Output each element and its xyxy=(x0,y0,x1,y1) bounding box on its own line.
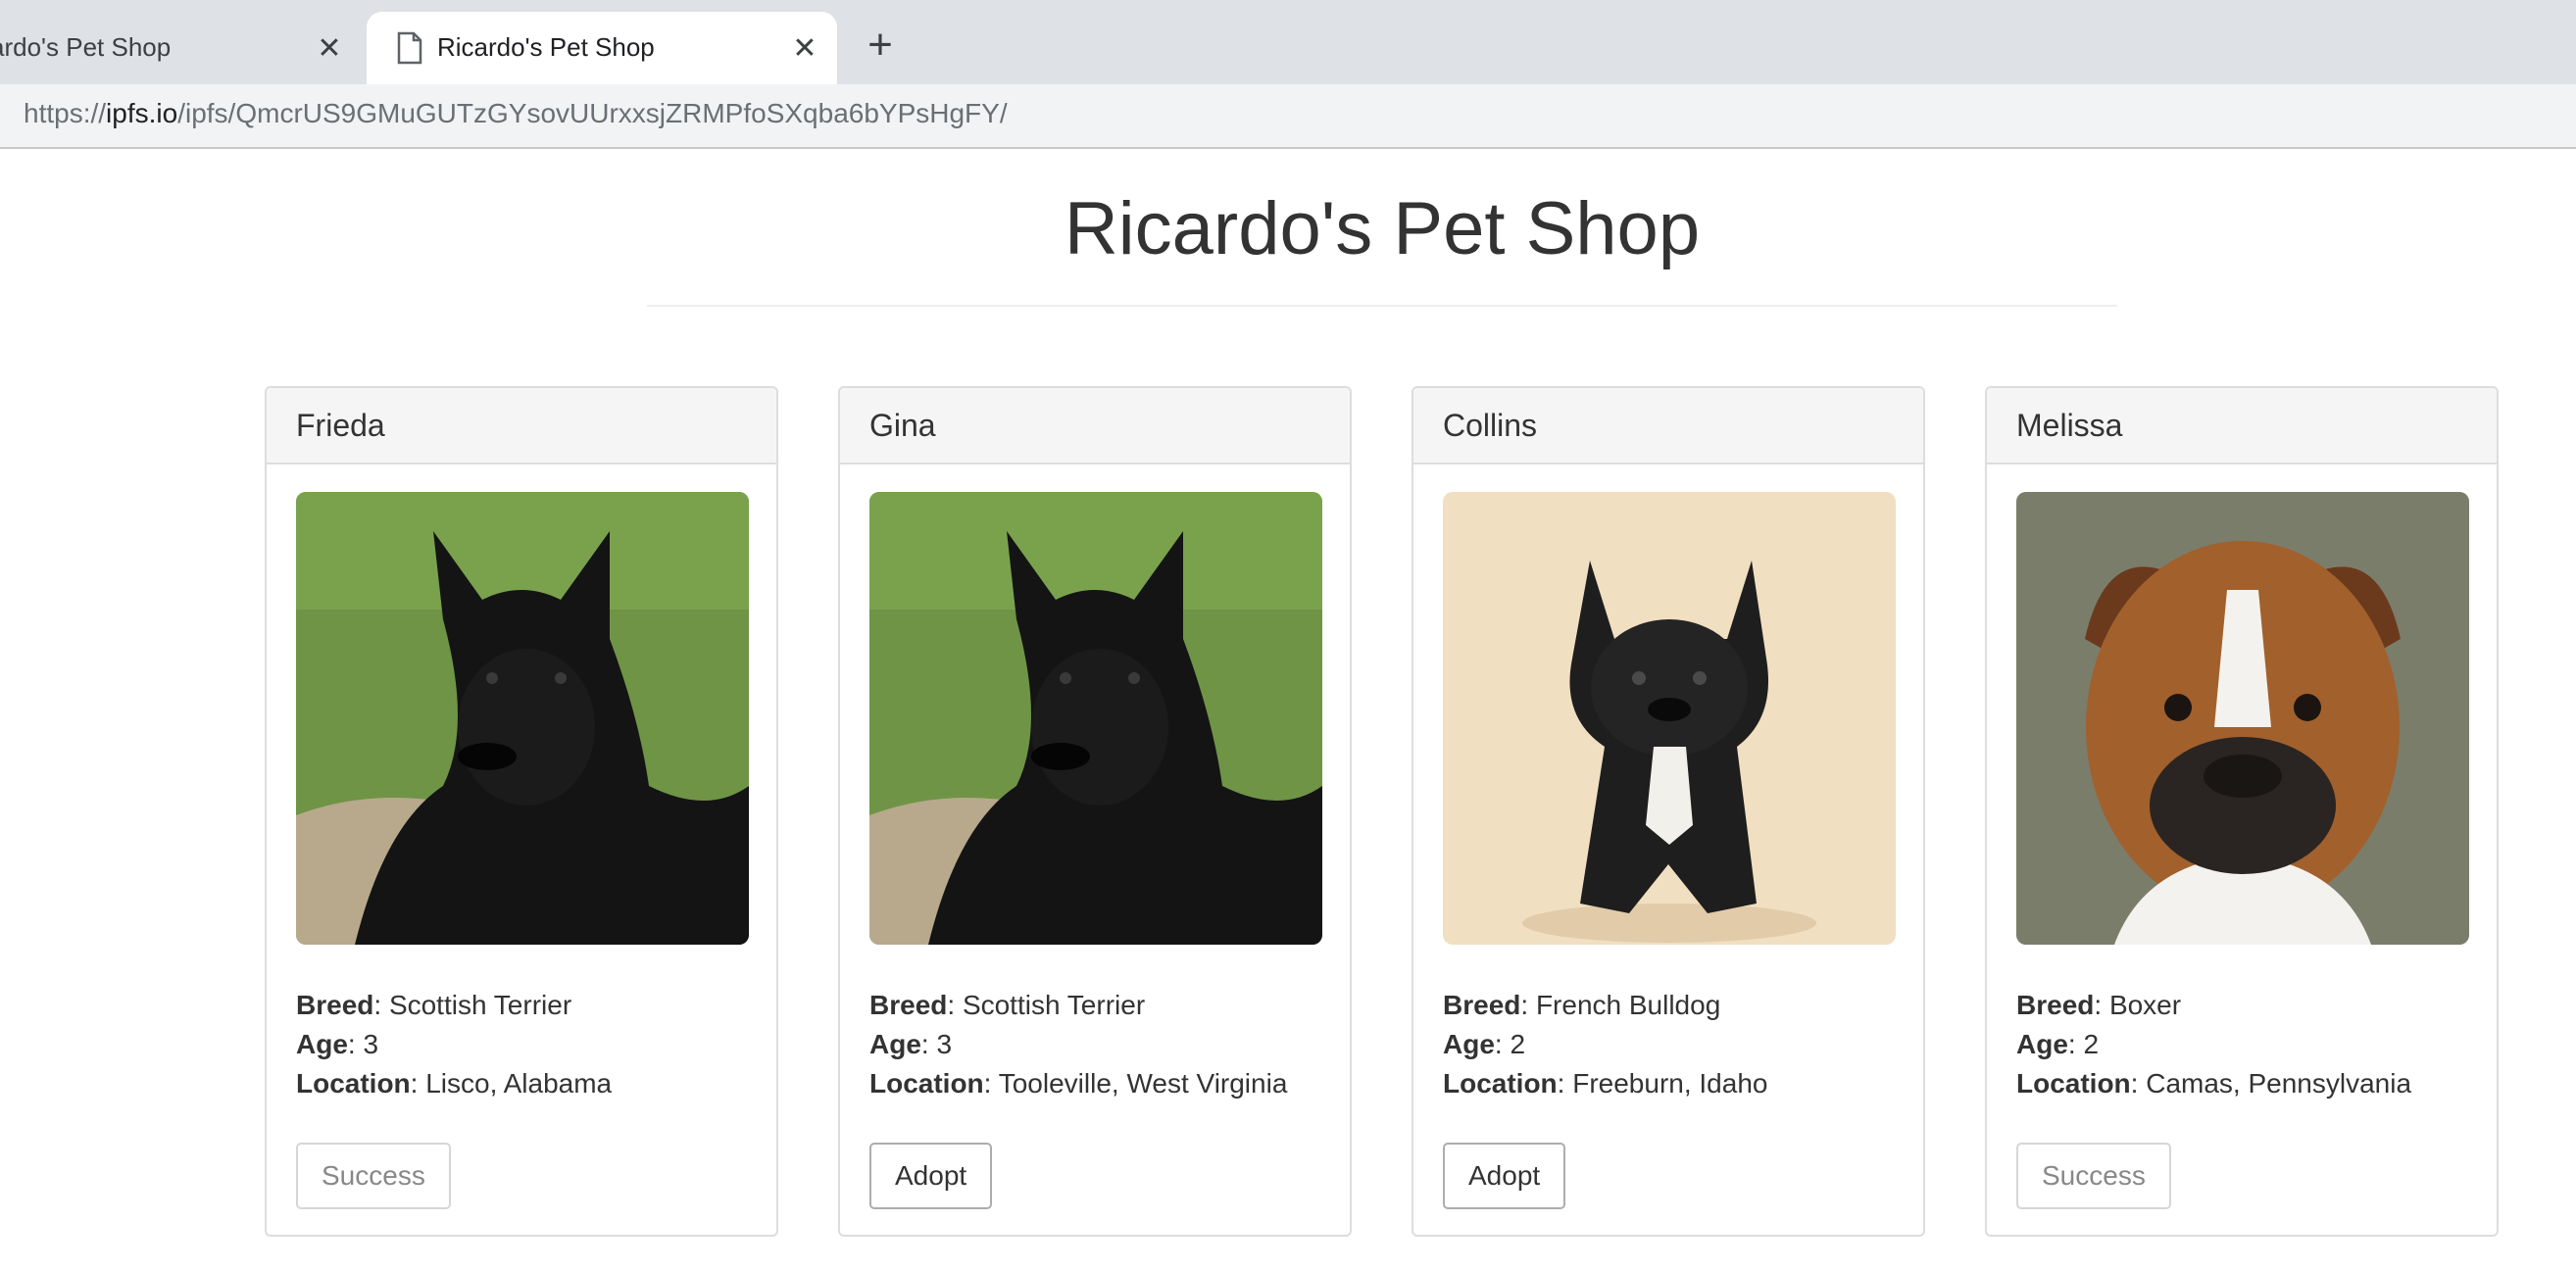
scottish-terrier-photo xyxy=(869,492,1322,945)
pet-location: Location: Tooleville, West Virginia xyxy=(869,1068,1288,1099)
pet-breed: Breed: Scottish Terrier xyxy=(869,990,1146,1020)
pet-age: Age: 2 xyxy=(1443,1029,1526,1059)
page-icon xyxy=(397,31,422,65)
pet-name: Collins xyxy=(1413,388,1923,464)
pet-breed: Breed: Boxer xyxy=(2016,990,2182,1020)
french-bulldog-photo xyxy=(1443,492,1896,945)
tab-strip: ardo's Pet Shop ✕ Ricardo's Pet Shop ✕ + xyxy=(0,0,2576,84)
url-scheme: https:// xyxy=(24,98,107,128)
pet-location: Location: Lisco, Alabama xyxy=(296,1068,613,1099)
page-title: Ricardo's Pet Shop xyxy=(1064,187,1701,270)
adopt-button[interactable]: Success xyxy=(2016,1143,2171,1209)
pet-age: Age: 3 xyxy=(869,1029,953,1059)
pet-details: Breed: Boxer Age: 2 Location: Camas, Pen… xyxy=(2016,986,2411,1103)
pet-breed: Breed: Scottish Terrier xyxy=(296,990,572,1020)
url-path: /ipfs/QmcrUS9GMuGUTzGYsovUUrxxsjZRMPfoSX… xyxy=(177,98,1008,128)
pet-location: Location: Camas, Pennsylvania xyxy=(2016,1068,2412,1099)
browser-tab-active[interactable]: Ricardo's Pet Shop ✕ xyxy=(367,12,837,84)
pet-card: Collins Breed: French Bulldog Age: 2 Loc… xyxy=(1412,386,1925,1237)
pet-name: Frieda xyxy=(267,388,776,464)
url-host: ipfs.io xyxy=(106,98,178,128)
divider xyxy=(647,305,2117,307)
pet-card: Gina Breed: Scottish Terrier Age: 3 Loca… xyxy=(838,386,1352,1237)
url-text[interactable]: https://ipfs.io/ipfs/QmcrUS9GMuGUTzGYsov… xyxy=(24,98,1008,129)
pet-details: Breed: Scottish Terrier Age: 3 Location:… xyxy=(296,986,612,1103)
close-icon[interactable]: ✕ xyxy=(313,31,346,65)
pet-details: Breed: Scottish Terrier Age: 3 Location:… xyxy=(869,986,1287,1103)
close-icon[interactable]: ✕ xyxy=(788,31,821,65)
tab-title: ardo's Pet Shop xyxy=(0,32,172,62)
pet-age: Age: 3 xyxy=(296,1029,379,1059)
boxer-photo xyxy=(2016,492,2469,945)
pet-age: Age: 2 xyxy=(2016,1029,2100,1059)
pet-card: Frieda Breed: Scottish Terrier Age: 3 Lo… xyxy=(265,386,778,1237)
pet-name: Gina xyxy=(840,388,1350,464)
pet-location: Location: Freeburn, Idaho xyxy=(1443,1068,1768,1099)
scottish-terrier-photo xyxy=(296,492,749,945)
adopt-button[interactable]: Success xyxy=(296,1143,451,1209)
address-bar[interactable]: https://ipfs.io/ipfs/QmcrUS9GMuGUTzGYsov… xyxy=(0,84,2576,149)
new-tab-button[interactable]: + xyxy=(861,24,900,67)
pet-details: Breed: French Bulldog Age: 2 Location: F… xyxy=(1443,986,1767,1103)
pet-name: Melissa xyxy=(1987,388,2497,464)
adopt-button[interactable]: Adopt xyxy=(869,1143,993,1209)
pet-breed: Breed: French Bulldog xyxy=(1443,990,1721,1020)
adopt-button[interactable]: Adopt xyxy=(1443,1143,1566,1209)
pet-card: Melissa Breed: Boxer Age: 2 Location: Ca… xyxy=(1985,386,2499,1237)
browser-tab-inactive[interactable]: ardo's Pet Shop ✕ xyxy=(0,12,358,84)
tab-title: Ricardo's Pet Shop xyxy=(437,32,655,62)
